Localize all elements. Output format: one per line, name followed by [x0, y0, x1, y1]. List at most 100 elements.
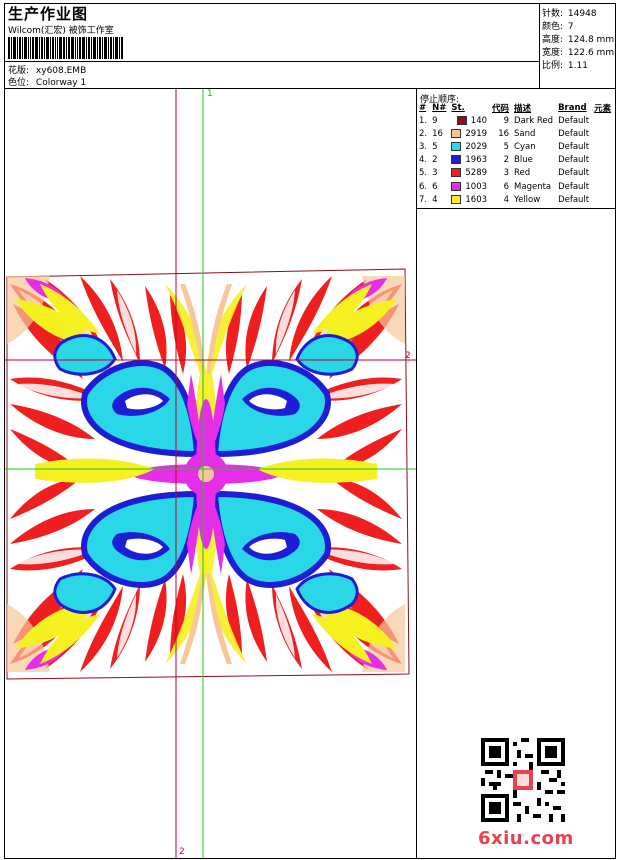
design-divider	[4, 61, 539, 62]
colorway-name: Colorway 1	[35, 78, 87, 88]
row-index: 6.	[419, 181, 428, 192]
stitch-count: 2029	[465, 141, 488, 152]
row-element	[592, 193, 614, 206]
stat-label: 针数:	[542, 9, 564, 19]
color-swatch	[451, 128, 462, 138]
row-index: 4.	[419, 155, 428, 166]
stat-value: 124.8 mm	[567, 35, 615, 45]
row-element	[592, 114, 614, 127]
stats-divider	[539, 3, 540, 89]
row-description: Dark Red	[514, 115, 554, 126]
row-brand: Default	[558, 181, 590, 192]
col-description: 描述	[514, 104, 532, 114]
stitch-count: 1963	[465, 155, 488, 166]
colorway-label: 色位:	[8, 78, 30, 88]
axis-label-right: 2	[405, 351, 411, 361]
row-element	[592, 127, 614, 140]
stat-value: 122.6 mm	[567, 48, 615, 58]
stitch-count: 1003	[465, 181, 488, 192]
axis-label-top: 1	[207, 89, 213, 99]
row-description: Yellow	[514, 194, 541, 205]
row-brand: Default	[558, 128, 590, 139]
color-swatch	[451, 181, 462, 191]
row-stitches: 1963	[449, 154, 490, 167]
color-swatch	[451, 194, 462, 204]
watermark-logo: 6xiu.com	[478, 828, 574, 849]
col-code: 代码	[492, 104, 510, 114]
stat-label: 宽度:	[542, 48, 564, 58]
row-stitches: 5289	[449, 167, 490, 180]
company-name: Wilcom(汇宏) 被饰工作室	[8, 26, 114, 36]
row-description: Sand	[514, 128, 536, 139]
row-code: 5	[503, 141, 510, 152]
row-n: 16	[432, 128, 443, 139]
stop-sequence-table: # N# St. 代码 描述 Brand 元素 1. 9 140 9 Dark Red D…	[417, 102, 614, 206]
barcode	[8, 37, 123, 59]
stat-stitches: 针数: 14948	[542, 6, 597, 19]
row-code: 2	[503, 155, 510, 166]
row-index: 1.	[419, 115, 428, 126]
row-brand: Default	[558, 168, 590, 179]
row-stitches: 2029	[449, 140, 490, 153]
table-row: 1. 9 140 9 Dark Red Default	[417, 114, 614, 127]
row-index: 2.	[419, 128, 428, 139]
color-swatch	[451, 141, 462, 151]
stitch-count: 1603	[465, 194, 488, 205]
stat-value: 14948	[567, 9, 597, 19]
stat-value: 1.11	[567, 61, 588, 71]
col-index: #	[419, 103, 427, 113]
row-brand: Default	[558, 155, 590, 166]
stat-label: 比例:	[542, 61, 564, 71]
row-element	[592, 167, 614, 180]
table-row: 5. 3 5289 3 Red Default	[417, 167, 614, 180]
row-code: 4	[503, 194, 510, 205]
row-stitches: 2919	[449, 127, 490, 140]
col-element: 元素	[594, 104, 612, 114]
color-swatch	[451, 168, 462, 178]
stitch-count: 140	[470, 115, 488, 126]
stat-width: 宽度: 122.6 mm	[542, 45, 614, 58]
colorway-line: 色位: Colorway 1	[8, 75, 86, 88]
page-title: 生产作业图	[8, 5, 89, 23]
row-index: 5.	[419, 168, 428, 179]
row-stitches: 140	[449, 114, 490, 127]
table-body: 1. 9 140 9 Dark Red Default 2. 16 2919 16 Sand Defa…	[417, 114, 614, 206]
col-n: N#	[432, 103, 447, 113]
color-swatch	[456, 115, 467, 125]
row-n: 5	[432, 141, 438, 152]
stat-value: 7	[567, 22, 574, 32]
stat-height: 高度: 124.8 mm	[542, 32, 614, 45]
table-bottom-rule	[416, 208, 616, 209]
row-description: Cyan	[514, 141, 536, 152]
table-row: 3. 5 2029 5 Cyan Default	[417, 140, 614, 153]
row-element	[592, 180, 614, 193]
stitch-count: 5289	[465, 168, 488, 179]
stat-scale: 比例: 1.11	[542, 58, 588, 71]
row-n: 4	[432, 194, 438, 205]
row-element	[592, 154, 614, 167]
row-n: 3	[432, 168, 438, 179]
stat-label: 高度:	[542, 35, 564, 45]
row-index: 3.	[419, 141, 428, 152]
stat-colors: 颜色: 7	[542, 19, 574, 32]
row-n: 2	[432, 155, 438, 166]
row-n: 9	[432, 115, 438, 126]
row-element	[592, 140, 614, 153]
table-row: 4. 2 1963 2 Blue Default	[417, 154, 614, 167]
table-row: 2. 16 2919 16 Sand Default	[417, 127, 614, 140]
row-description: Magenta	[514, 181, 552, 192]
row-stitches: 1003	[449, 180, 490, 193]
row-index: 7.	[419, 194, 428, 205]
row-n: 6	[432, 181, 438, 192]
col-brand: Brand	[558, 103, 587, 113]
stat-label: 颜色:	[542, 22, 564, 32]
color-swatch	[451, 155, 462, 165]
embroidery-preview	[5, 89, 416, 858]
table-row: 7. 4 1603 4 Yellow Default	[417, 193, 614, 206]
row-brand: Default	[558, 115, 590, 126]
row-code: 6	[503, 181, 510, 192]
row-description: Red	[514, 168, 531, 179]
table-row: 6. 6 1003 6 Magenta Default	[417, 180, 614, 193]
qr-code	[481, 738, 565, 822]
col-stitches: St.	[451, 103, 465, 113]
